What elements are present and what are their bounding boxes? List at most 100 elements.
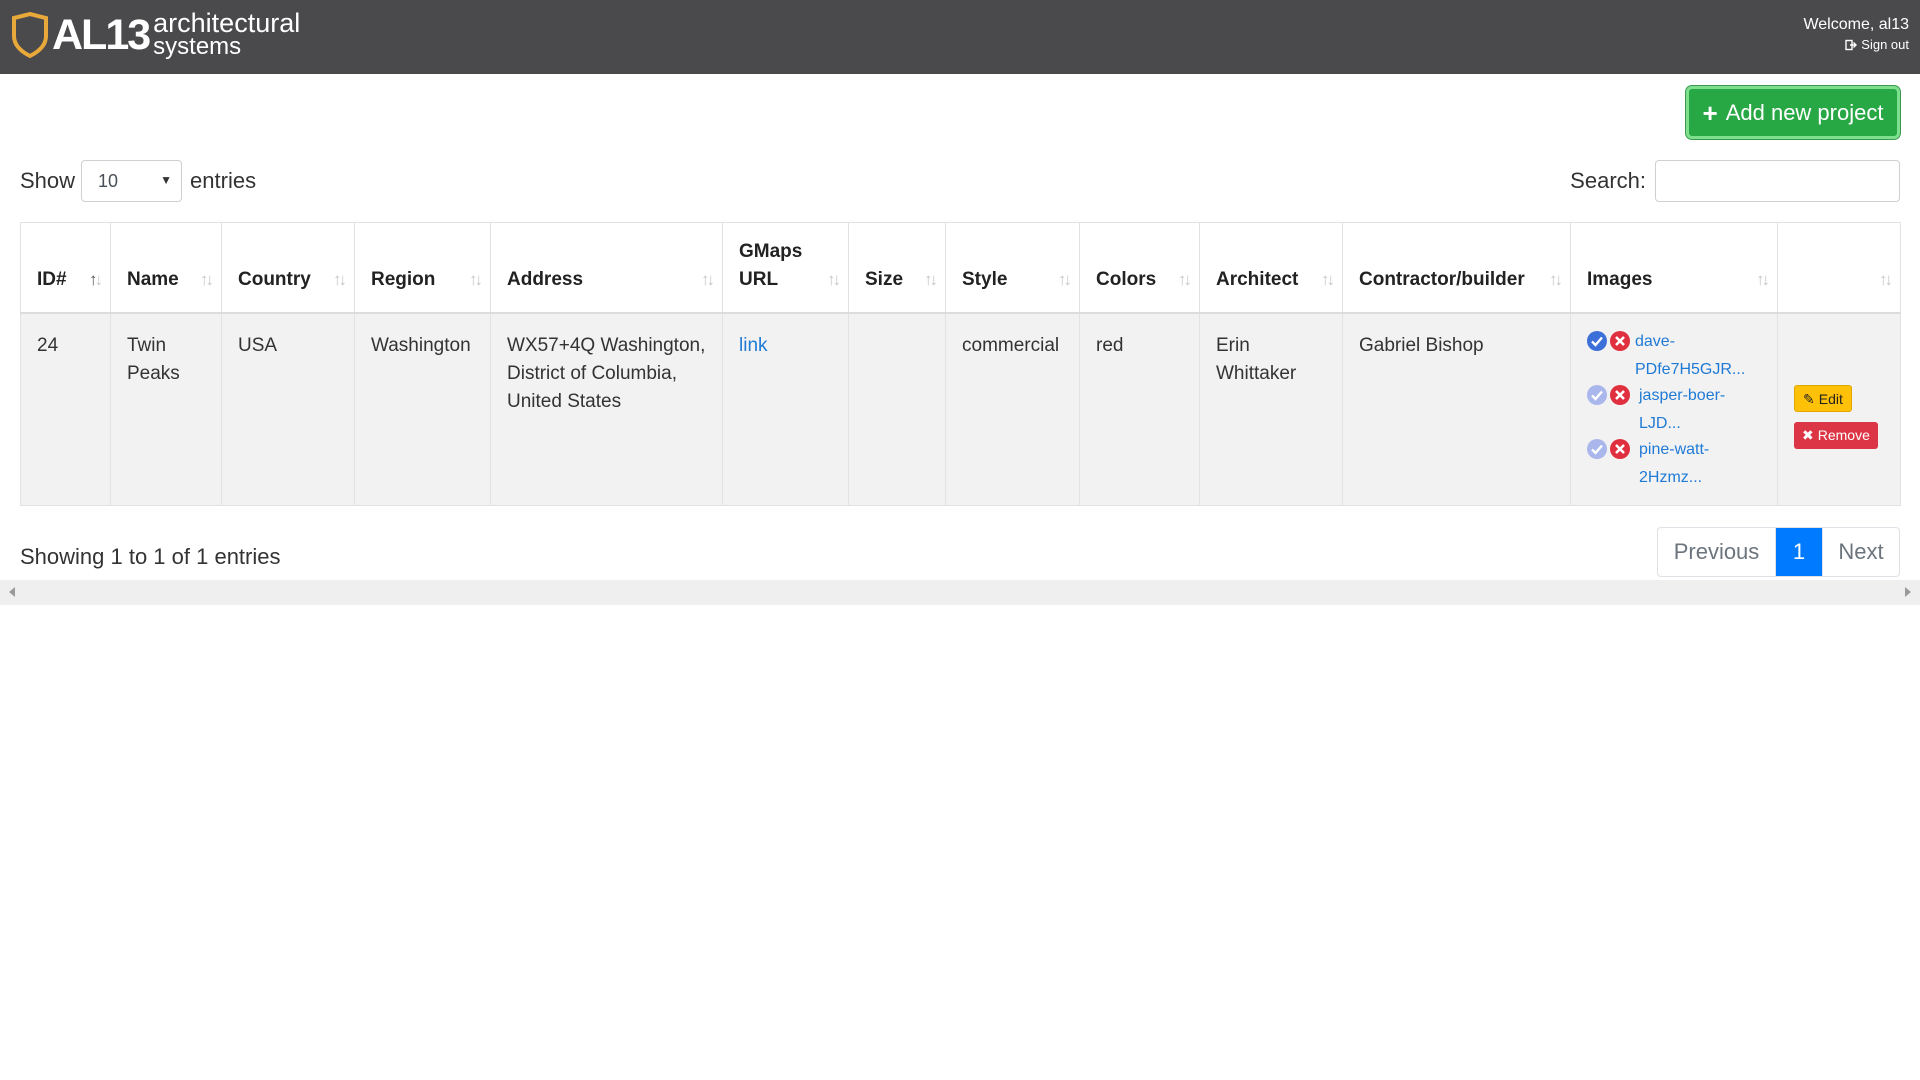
cell-colors: red: [1079, 312, 1200, 506]
column-header-id[interactable]: ID# ↑↓: [20, 222, 111, 314]
cell-actions: ✎ Edit ✖ Remove: [1777, 312, 1901, 506]
column-header-gmaps-url[interactable]: GMaps URL ↑↓: [722, 222, 849, 314]
sort-icon: ↑↓: [1321, 269, 1335, 289]
cell-id: 24: [20, 312, 111, 506]
edit-icon: ✎: [1803, 390, 1815, 407]
image-name-line2: LJD...: [1639, 414, 1681, 432]
image-item-actions: [1586, 438, 1631, 460]
entries-per-page-select[interactable]: 10 ▼: [81, 160, 183, 202]
remove-label: Remove: [1817, 427, 1870, 443]
image-item: pine-watt- 2Hzmz...: [1586, 438, 1761, 492]
column-header-label: Country: [238, 268, 311, 290]
top-navbar: AL13 architectural systems Welcome, al13…: [0, 0, 1920, 74]
sign-out-link[interactable]: Sign out: [1845, 37, 1909, 52]
delete-image-icon[interactable]: [1609, 330, 1631, 352]
image-name-line1: pine-watt-: [1639, 440, 1710, 458]
cell-images: dave- PDfe7H5GJR... jasper-boer- LJD... …: [1570, 312, 1778, 506]
column-header-colors[interactable]: Colors ↑↓: [1079, 222, 1200, 314]
column-header-label: Region: [371, 268, 436, 290]
table-row: 24 Twin Peaks USA Washington WX57+4Q Was…: [20, 312, 1901, 506]
column-header-label: Images: [1587, 268, 1653, 290]
image-list: dave- PDfe7H5GJR... jasper-boer- LJD... …: [1586, 330, 1761, 492]
column-header-label: Name: [127, 268, 179, 290]
chevron-down-icon: ▼: [160, 173, 173, 187]
column-header-label: Address: [507, 268, 584, 290]
sort-icon: ↑↓: [200, 269, 214, 289]
plus-icon: +: [1702, 97, 1718, 128]
image-link[interactable]: pine-watt- 2Hzmz...: [1639, 436, 1709, 492]
sign-out-icon: [1845, 39, 1858, 50]
entries-length-control: Show 10 ▼ entries: [20, 160, 256, 202]
column-header-architect[interactable]: Architect ↑↓: [1199, 222, 1343, 314]
sort-icon: ↑↓: [469, 269, 483, 289]
search-input[interactable]: [1655, 160, 1900, 202]
image-link[interactable]: dave- PDfe7H5GJR...: [1635, 328, 1745, 384]
table-header-row: ID# ↑↓ Name ↑↓ Country ↑↓ Region ↑↓ Address ↑…: [20, 222, 1901, 314]
delete-image-icon[interactable]: [1609, 438, 1631, 460]
show-label: Show: [20, 168, 76, 193]
projects-table: ID# ↑↓ Name ↑↓ Country ↑↓ Region ↑↓ Address ↑…: [20, 222, 1901, 506]
shield-logo-icon: [12, 12, 48, 58]
sort-icon: ↑↓: [924, 269, 938, 289]
column-header-style[interactable]: Style ↑↓: [945, 222, 1080, 314]
column-header-actions[interactable]: ↑↓: [1777, 222, 1901, 314]
sort-icon: ↑↓: [701, 269, 715, 289]
page-1-button[interactable]: 1: [1776, 528, 1822, 576]
close-icon: ✖: [1802, 427, 1814, 443]
cell-address: WX57+4Q Washington, District of Columbia…: [490, 312, 723, 506]
sort-icon: ↑↓: [1879, 269, 1893, 289]
column-header-contractor[interactable]: Contractor/builder ↑↓: [1342, 222, 1571, 314]
pagination: Previous 1 Next: [1657, 527, 1900, 577]
sign-out-label: Sign out: [1861, 37, 1909, 52]
column-header-address[interactable]: Address ↑↓: [490, 222, 723, 314]
column-header-size[interactable]: Size ↑↓: [848, 222, 946, 314]
column-header-country[interactable]: Country ↑↓: [221, 222, 355, 314]
scroll-right-arrow-icon[interactable]: [1905, 587, 1911, 597]
cell-region: Washington: [354, 312, 491, 506]
edit-label: Edit: [1818, 390, 1843, 407]
image-link[interactable]: jasper-boer- LJD...: [1639, 382, 1725, 438]
image-item: dave- PDfe7H5GJR...: [1586, 330, 1761, 384]
cell-size: [848, 312, 946, 506]
logo-wordmark: AL13: [52, 11, 151, 59]
brand-logo[interactable]: AL13 architectural systems: [10, 9, 300, 60]
image-name-line2: 2Hzmz...: [1639, 468, 1703, 486]
cell-architect: Erin Whittaker: [1199, 312, 1343, 506]
approve-icon[interactable]: [1586, 438, 1608, 460]
image-item: jasper-boer- LJD...: [1586, 384, 1761, 438]
column-header-label: ID#: [37, 268, 67, 290]
sort-icon: ↑↓: [1178, 269, 1192, 289]
search-control: Search:: [1570, 160, 1900, 202]
entries-label: entries: [190, 168, 257, 193]
column-header-images[interactable]: Images ↑↓: [1570, 222, 1778, 314]
column-header-label: Architect: [1216, 268, 1299, 290]
column-header-label: Colors: [1096, 268, 1157, 290]
next-page-button[interactable]: Next: [1822, 528, 1899, 576]
image-name-line1: dave-: [1635, 332, 1676, 350]
sort-asc-icon: ↑↓: [89, 269, 103, 289]
image-item-actions: [1586, 330, 1631, 352]
approve-icon[interactable]: [1586, 384, 1608, 406]
cell-gmaps: link: [722, 312, 849, 506]
gmaps-link[interactable]: link: [739, 335, 768, 356]
image-item-actions: [1586, 384, 1631, 406]
previous-page-button[interactable]: Previous: [1658, 528, 1776, 576]
add-new-project-label: Add new project: [1725, 99, 1884, 125]
column-header-name[interactable]: Name ↑↓: [110, 222, 222, 314]
column-header-label: Size: [865, 268, 904, 290]
sort-icon: ↑↓: [1756, 269, 1770, 289]
search-label: Search:: [1570, 168, 1646, 193]
cell-contractor: Gabriel Bishop: [1342, 312, 1571, 506]
cell-name: Twin Peaks: [110, 312, 222, 506]
remove-button[interactable]: ✖ Remove: [1794, 421, 1878, 449]
sort-icon: ↑↓: [827, 269, 841, 289]
horizontal-scrollbar[interactable]: [0, 580, 1920, 605]
table-info-text: Showing 1 to 1 of 1 entries: [20, 544, 281, 569]
delete-image-icon[interactable]: [1609, 384, 1631, 406]
approve-icon[interactable]: [1586, 330, 1608, 352]
row-actions: ✎ Edit ✖ Remove: [1794, 332, 1884, 450]
column-header-region[interactable]: Region ↑↓: [354, 222, 491, 314]
scroll-left-arrow-icon[interactable]: [9, 587, 15, 597]
add-new-project-button[interactable]: + Add new project: [1686, 86, 1900, 139]
edit-button[interactable]: ✎ Edit: [1794, 385, 1852, 412]
